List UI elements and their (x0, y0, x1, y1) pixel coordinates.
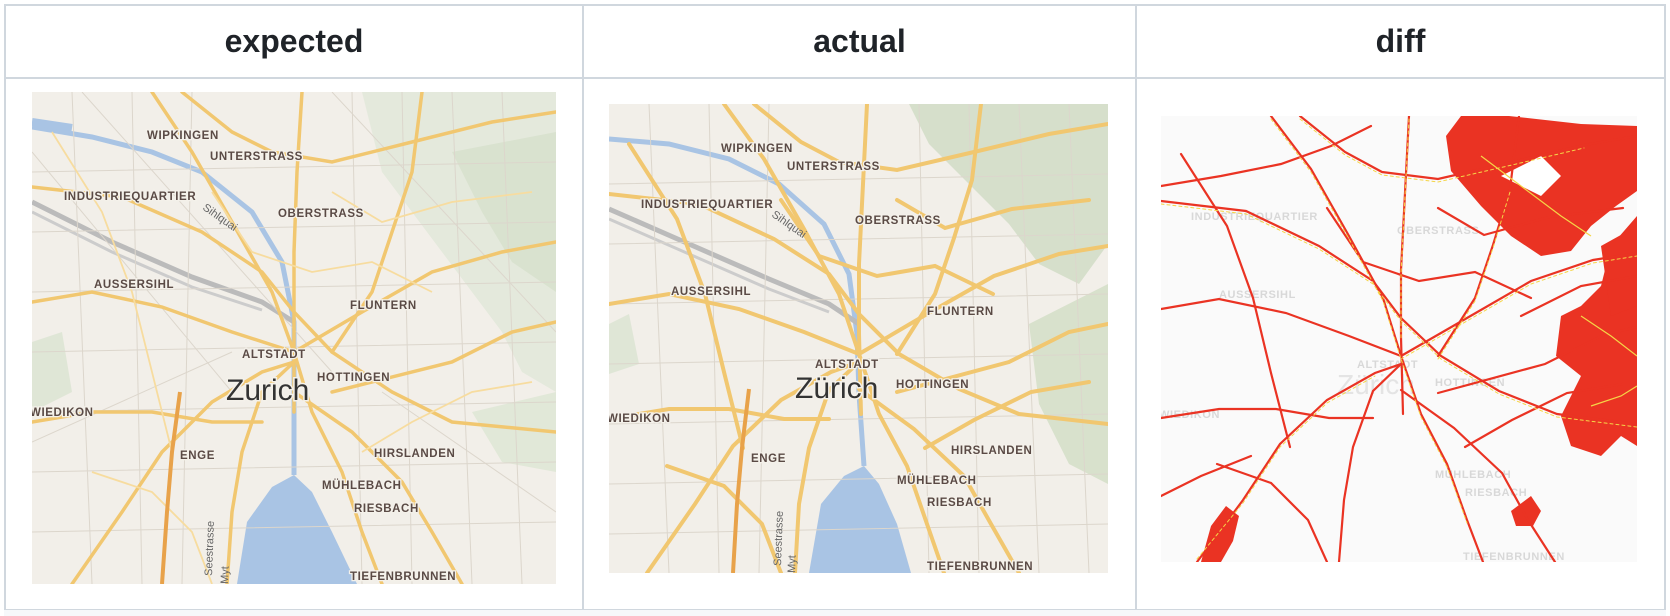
actual-label-muehlebach: MÜHLEBACH (897, 474, 977, 487)
diff-label-oberstrass: OBERSTRASS (1397, 225, 1479, 237)
header-actual: actual (584, 4, 1135, 78)
table-border-col2 (1135, 4, 1137, 616)
expected-label-enge: ENGE (180, 450, 215, 462)
expected-label-tiefenbrunnen: TIEFENBRUNNEN (350, 571, 456, 583)
actual-label-aussersihl: AUSSERSIHL (671, 286, 751, 298)
header-actual-label: actual (813, 22, 906, 59)
actual-label-unterstrass: UNTERSTRASS (787, 161, 880, 173)
diff-label-riesbach: RIESBACH (1465, 487, 1527, 499)
table-border-col1 (582, 4, 584, 616)
expected-label-industriequartier: INDUSTRIEQUARTIER (64, 191, 196, 203)
header-expected: expected (6, 4, 582, 78)
expected-label-riesbach: RIESBACH (354, 503, 419, 515)
expected-label-wipkingen: WIPKINGEN (147, 130, 219, 142)
actual-label-wiedikon: WIEDIKON (609, 413, 671, 425)
actual-label-hirslanden: HIRSLANDEN (951, 445, 1032, 457)
expected-label-muehlebach: MÜHLEBACH (322, 479, 402, 492)
expected-label-altstadt: ALTSTADT (242, 349, 306, 361)
actual-label-enge: ENGE (751, 453, 786, 465)
expected-street-myt: Myt (219, 566, 232, 584)
expected-label-hirslanden: HIRSLANDEN (374, 448, 455, 460)
actual-street-myt: Myt (786, 555, 799, 573)
actual-label-fluntern: FLUNTERN (927, 306, 994, 318)
actual-street-seestrasse: Seestrasse (772, 511, 786, 566)
expected-label-aussersihl: AUSSERSIHL (94, 279, 174, 291)
actual-label-altstadt: ALTSTADT (815, 359, 879, 371)
next-row (4, 610, 1666, 616)
expected-label-unterstrass: UNTERSTRASS (210, 151, 303, 163)
actual-label-riesbach: RIESBACH (927, 497, 992, 509)
expected-map-image: WIPKINGEN UNTERSTRASS INDUSTRIEQUARTIER … (32, 92, 556, 584)
header-expected-label: expected (224, 22, 364, 59)
diff-map-image: INDUSTRIEQUARTIER OBERSTRASS AUSSERSIHL … (1161, 116, 1637, 562)
expected-label-oberstrass: OBERSTRASS (278, 208, 364, 220)
table-border-left (4, 4, 6, 616)
diff-label-industriequartier: INDUSTRIEQUARTIER (1191, 211, 1318, 223)
expected-label-wiedikon: WIEDIKON (32, 407, 94, 419)
actual-city-label: Zürich (795, 372, 878, 405)
table-border-right (1664, 4, 1666, 616)
actual-label-wipkingen: WIPKINGEN (721, 143, 793, 155)
expected-street-seestrasse: Seestrasse (203, 521, 217, 576)
header-diff: diff (1137, 4, 1664, 78)
actual-label-tiefenbrunnen: TIEFENBRUNNEN (927, 561, 1033, 573)
expected-label-hottingen: HOTTINGEN (317, 372, 390, 384)
header-diff-label: diff (1375, 22, 1426, 59)
expected-city-label: Zurich (226, 374, 309, 407)
actual-label-industriequartier: INDUSTRIEQUARTIER (641, 199, 773, 211)
actual-label-hottingen: HOTTINGEN (896, 379, 969, 391)
actual-map-image: WIPKINGEN UNTERSTRASS INDUSTRIEQUARTIER … (609, 104, 1108, 573)
actual-label-oberstrass: OBERSTRASS (855, 215, 941, 227)
diff-label-aussersihl: AUSSERSIHL (1219, 289, 1296, 301)
expected-label-fluntern: FLUNTERN (350, 300, 417, 312)
